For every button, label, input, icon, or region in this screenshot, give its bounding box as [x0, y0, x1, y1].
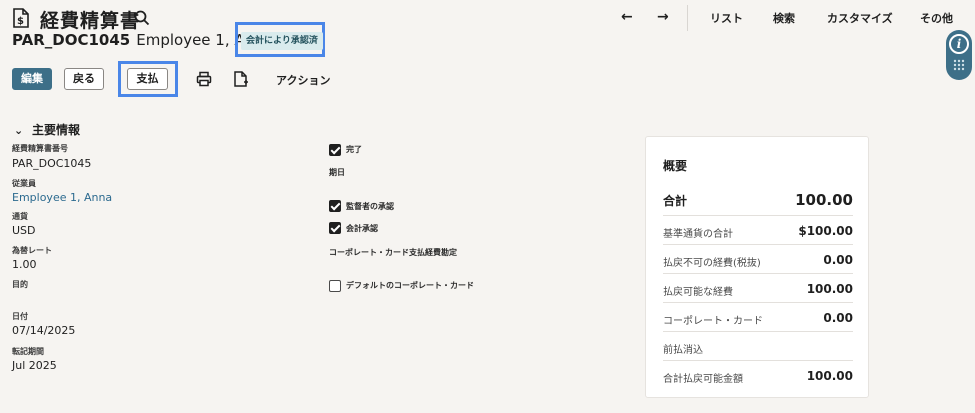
- summary-label: コーポレート・カード: [663, 316, 763, 327]
- next-record-button[interactable]: →: [657, 9, 669, 25]
- pay-button[interactable]: 支払: [127, 68, 168, 90]
- list-link[interactable]: リスト: [710, 10, 743, 26]
- expense-report-icon: $: [13, 8, 29, 28]
- summary-row-reimbursable: 払戻可能な経費 100.00: [663, 274, 853, 303]
- nav-divider: [687, 5, 688, 31]
- export-document-icon[interactable]: [233, 71, 249, 87]
- summary-value: 100.00: [806, 282, 853, 296]
- accounting-approval-checkbox[interactable]: [329, 222, 341, 234]
- supervisor-approval-label: 監督者の承認: [346, 202, 394, 211]
- field-value-date: 07/14/2025: [12, 324, 76, 337]
- summary-value: 0.00: [823, 311, 853, 325]
- field-label-currency: 通貨: [12, 212, 28, 221]
- search-icon[interactable]: [134, 10, 150, 26]
- section-title-main-info: 主要情報: [32, 123, 81, 137]
- complete-checkbox[interactable]: [329, 144, 341, 156]
- supervisor-approval-checkbox[interactable]: [329, 200, 341, 212]
- status-badge: 会計により承認済: [241, 32, 323, 50]
- customize-link[interactable]: カスタマイズ: [827, 10, 893, 26]
- summary-label: 払戻可能な経費: [663, 287, 733, 298]
- field-label-employee: 従業員: [12, 179, 36, 188]
- grid-dots-icon: [953, 59, 965, 71]
- summary-row-non-reimbursable: 払戻不可の経費(税抜) 0.00: [663, 245, 853, 274]
- summary-row-prepayment-applied: 前払消込: [663, 332, 853, 361]
- previous-record-button[interactable]: ←: [621, 9, 633, 25]
- actions-menu-button[interactable]: アクション: [276, 72, 330, 88]
- field-value-employee-link[interactable]: Employee 1, Anna: [12, 191, 112, 204]
- field-value-currency: USD: [12, 224, 36, 237]
- search-link[interactable]: 検索: [773, 10, 795, 26]
- page-title: 経費精算書: [40, 10, 141, 32]
- field-label-purpose: 目的: [12, 280, 28, 289]
- field-label-report-number: 経費精算書番号: [12, 144, 68, 153]
- due-date-label: 期日: [329, 168, 345, 177]
- summary-row-total-reimbursable: 合計払戻可能金額 100.00: [663, 361, 853, 390]
- field-label-posting-period: 転記期間: [12, 347, 44, 356]
- print-icon[interactable]: [196, 71, 212, 87]
- summary-value: 100.00: [806, 369, 853, 383]
- summary-label: 合計: [663, 194, 688, 208]
- corporate-card-account-label: コーポレート・カード支払経費勘定: [329, 248, 457, 257]
- edit-button[interactable]: 編集: [12, 68, 52, 90]
- default-corporate-card-checkbox[interactable]: [329, 280, 341, 292]
- field-value-posting-period: Jul 2025: [12, 359, 57, 372]
- summary-card: 概要 合計 100.00 基準通貨の合計 $100.00 払戻不可の経費(税抜)…: [645, 136, 869, 398]
- summary-label: 基準通貨の合計: [663, 229, 733, 240]
- summary-row-total: 合計 100.00: [663, 187, 853, 216]
- summary-label: 前払消込: [663, 345, 703, 356]
- more-link[interactable]: その他: [920, 10, 953, 26]
- summary-value: 100.00: [795, 191, 853, 209]
- summary-row-base-currency-total: 基準通貨の合計 $100.00: [663, 216, 853, 245]
- info-icon: i: [949, 34, 969, 54]
- back-button[interactable]: 戻る: [64, 68, 104, 90]
- default-corporate-card-label: デフォルトのコーポレート・カード: [346, 281, 474, 290]
- record-heading: PAR_DOC1045 Employee 1, Anna: [12, 31, 273, 49]
- summary-row-corporate-card: コーポレート・カード 0.00: [663, 303, 853, 332]
- assistant-button[interactable]: i: [946, 30, 972, 80]
- field-value-report-number: PAR_DOC1045: [12, 157, 92, 170]
- summary-title: 概要: [663, 159, 688, 173]
- field-label-date: 日付: [12, 312, 28, 321]
- svg-text:$: $: [17, 16, 24, 27]
- collapse-chevron-icon[interactable]: ⌄: [14, 124, 23, 137]
- document-id: PAR_DOC1045: [12, 31, 131, 49]
- summary-label: 合計払戻可能金額: [663, 374, 743, 385]
- field-label-exchange-rate: 為替レート: [12, 246, 52, 255]
- summary-value: 0.00: [823, 253, 853, 267]
- field-value-exchange-rate: 1.00: [12, 258, 37, 271]
- complete-label: 完了: [346, 145, 362, 154]
- summary-label: 払戻不可の経費(税抜): [663, 258, 761, 269]
- accounting-approval-label: 会計承認: [346, 224, 378, 233]
- summary-value: $100.00: [798, 224, 853, 238]
